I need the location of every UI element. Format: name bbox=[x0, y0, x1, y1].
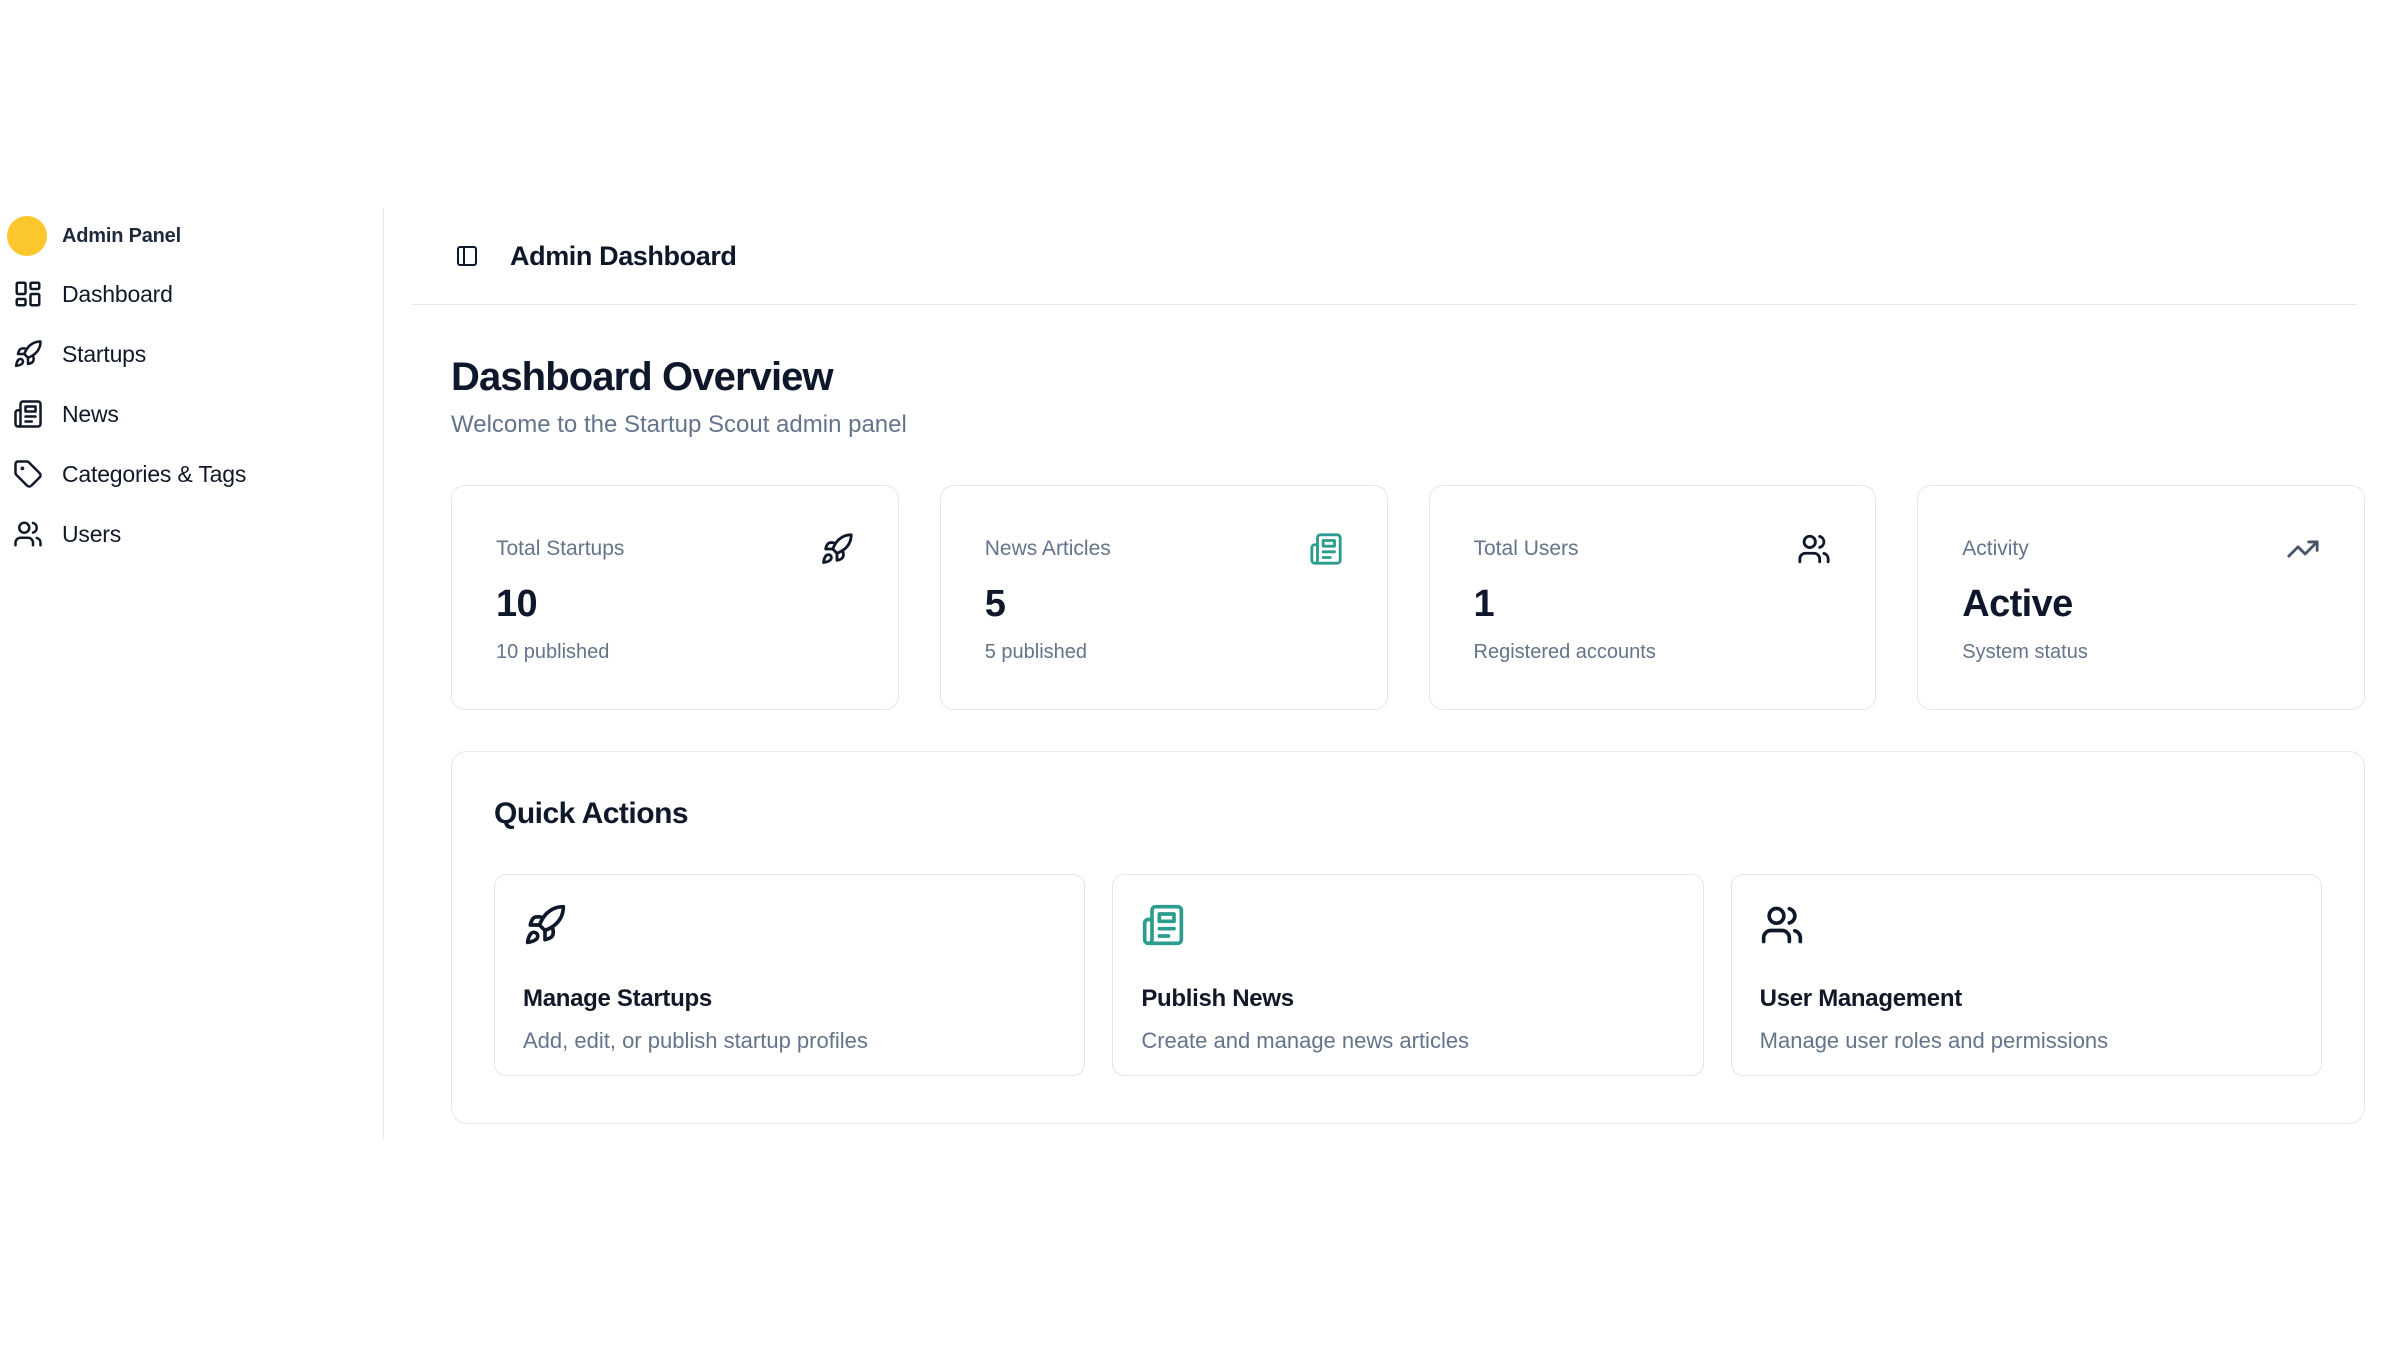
action-card-title: Publish News bbox=[1141, 984, 1674, 1014]
stat-card-label: News Articles bbox=[985, 537, 1111, 561]
stats-row: Total Startups 10 10 published News Article… bbox=[451, 485, 2365, 710]
sidebar-item-label: News bbox=[62, 401, 119, 428]
action-card-manage-startups[interactable]: Manage Startups Add, edit, or publish sta… bbox=[494, 874, 1085, 1076]
sidebar-item-categories-tags[interactable]: Categories & Tags bbox=[0, 444, 383, 504]
layout-dashboard-icon bbox=[13, 279, 43, 309]
sidebar-item-label: Startups bbox=[62, 341, 146, 368]
admin-app: Admin Panel Dashboard Startups News Categor… bbox=[0, 208, 2400, 1139]
users-icon bbox=[1797, 532, 1831, 566]
sidebar-nav: Dashboard Startups News Categories & Tags Us… bbox=[0, 264, 383, 564]
sidebar-item-users[interactable]: Users bbox=[0, 504, 383, 564]
panel-left-icon[interactable] bbox=[455, 244, 479, 268]
sidebar-item-label: Categories & Tags bbox=[62, 461, 246, 488]
overview-subtitle: Welcome to the Startup Scout admin panel bbox=[451, 409, 2365, 441]
brand-label: Admin Panel bbox=[62, 225, 181, 248]
stat-card-sub: System status bbox=[1962, 640, 2320, 664]
header: Admin Dashboard bbox=[384, 208, 2400, 304]
stat-card-value: 10 bbox=[496, 582, 854, 626]
stat-card-value: 1 bbox=[1474, 582, 1832, 626]
brand-logo bbox=[7, 216, 47, 256]
users-icon bbox=[13, 519, 43, 549]
stat-card-sub: Registered accounts bbox=[1474, 640, 1832, 664]
stat-card-total-users: Total Users 1 Registered accounts bbox=[1429, 485, 1877, 710]
action-card-publish-news[interactable]: Publish News Create and manage news artic… bbox=[1112, 874, 1703, 1076]
tag-icon bbox=[13, 459, 43, 489]
sidebar: Admin Panel Dashboard Startups News Categor… bbox=[0, 208, 384, 1139]
stat-card-total-startups: Total Startups 10 10 published bbox=[451, 485, 899, 710]
sidebar-item-label: Dashboard bbox=[62, 281, 173, 308]
rocket-icon bbox=[523, 903, 567, 947]
sidebar-item-startups[interactable]: Startups bbox=[0, 324, 383, 384]
users-icon bbox=[1760, 903, 1804, 947]
stat-card-head: Activity bbox=[1962, 532, 2320, 566]
sidebar-item-label: Users bbox=[62, 521, 121, 548]
action-card-title: Manage Startups bbox=[523, 984, 1056, 1014]
stat-card-label: Total Users bbox=[1474, 537, 1579, 561]
overview-title: Dashboard Overview bbox=[451, 353, 2365, 401]
stat-card-news-articles: News Articles 5 5 published bbox=[940, 485, 1388, 710]
stat-card-value: 5 bbox=[985, 582, 1343, 626]
stat-card-sub: 5 published bbox=[985, 640, 1343, 664]
action-card-title: User Management bbox=[1760, 984, 2293, 1014]
action-card-description: Create and manage news articles bbox=[1141, 1028, 1674, 1054]
action-card-description: Add, edit, or publish startup profiles bbox=[523, 1028, 1056, 1054]
rocket-icon bbox=[820, 532, 854, 566]
stat-card-head: Total Startups bbox=[496, 532, 854, 566]
sidebar-item-dashboard[interactable]: Dashboard bbox=[0, 264, 383, 324]
main-area: Admin Dashboard Dashboard Overview Welco… bbox=[384, 208, 2400, 1139]
stat-card-label: Activity bbox=[1962, 537, 2029, 561]
stat-card-label: Total Startups bbox=[496, 537, 624, 561]
quick-actions-title: Quick Actions bbox=[494, 796, 2322, 832]
trending-up-icon bbox=[2286, 532, 2320, 566]
stat-card-head: News Articles bbox=[985, 532, 1343, 566]
quick-actions-panel: Quick Actions Manage Startups Add, edit, … bbox=[451, 751, 2365, 1124]
newspaper-icon bbox=[13, 399, 43, 429]
rocket-icon bbox=[13, 339, 43, 369]
action-card-description: Manage user roles and permissions bbox=[1760, 1028, 2293, 1054]
dashboard-content: Dashboard Overview Welcome to the Startu… bbox=[384, 305, 2400, 1124]
newspaper-icon bbox=[1309, 532, 1343, 566]
stat-card-head: Total Users bbox=[1474, 532, 1832, 566]
action-card-user-management[interactable]: User Management Manage user roles and per… bbox=[1731, 874, 2322, 1076]
quick-actions-grid: Manage Startups Add, edit, or publish sta… bbox=[494, 874, 2322, 1076]
stat-card-activity: Activity Active System status bbox=[1917, 485, 2365, 710]
brand: Admin Panel bbox=[0, 208, 383, 264]
page-title: Admin Dashboard bbox=[510, 241, 737, 272]
newspaper-icon bbox=[1141, 903, 1185, 947]
stat-card-value: Active bbox=[1962, 582, 2320, 626]
stat-card-sub: 10 published bbox=[496, 640, 854, 664]
sidebar-item-news[interactable]: News bbox=[0, 384, 383, 444]
